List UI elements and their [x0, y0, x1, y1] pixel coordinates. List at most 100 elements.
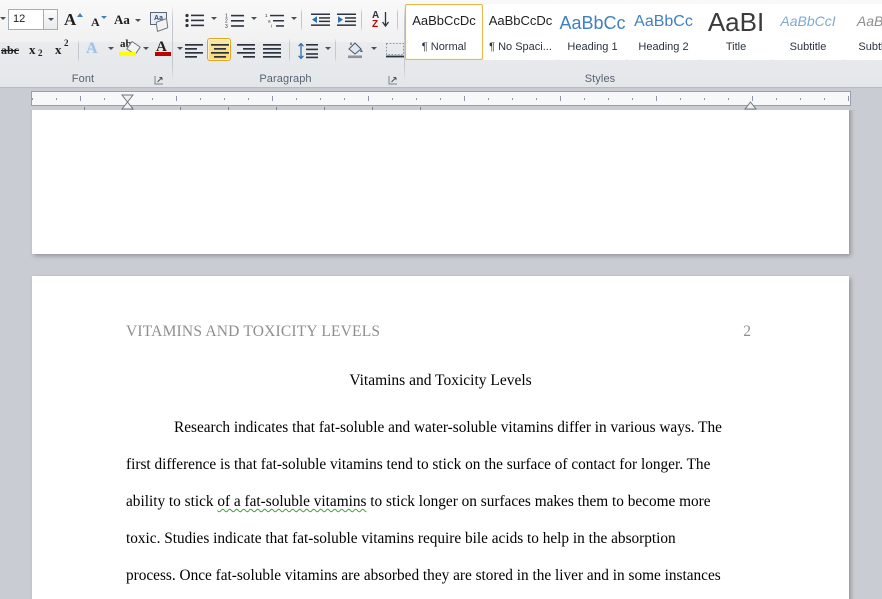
- increase-indent-button[interactable]: [333, 8, 357, 31]
- ruler-tick: [824, 98, 825, 100]
- styles-group-label: Styles: [584, 73, 616, 85]
- ruler-tick-half: [80, 96, 81, 101]
- shading-button[interactable]: [341, 38, 367, 61]
- ruler-tick-half: [848, 96, 849, 101]
- eraser-icon: [155, 17, 169, 33]
- ruler-tick: [104, 98, 105, 100]
- font-size-combo[interactable]: 12: [8, 9, 58, 30]
- style-no-spacing[interactable]: AaBbCcDc ¶ No Spaci...: [483, 4, 558, 60]
- ruler-tick: [392, 98, 393, 100]
- style-heading-2-preview: AaBbCc: [634, 13, 693, 30]
- grammar-error-text[interactable]: of a fat-soluble vitamins: [217, 493, 366, 510]
- grow-font-icon: A: [64, 10, 77, 29]
- ribbon-group-styles: AaBbCcDc ¶ Normal AaBbCcDc ¶ No Spaci... AaB…: [405, 0, 882, 87]
- numbering-chevron-down-icon[interactable]: [251, 17, 257, 20]
- font-color-button[interactable]: A: [151, 38, 174, 61]
- strikethrough-button[interactable]: abc: [0, 38, 22, 61]
- change-case-button[interactable]: Aa: [110, 8, 142, 31]
- dialog-launcher-icon: [154, 76, 163, 85]
- clear-formatting-button[interactable]: Aa: [146, 8, 170, 33]
- bullets-chevron-down-icon[interactable]: [211, 17, 217, 20]
- ruler-tick: [800, 98, 801, 100]
- grow-arrow-icon: [77, 13, 83, 17]
- align-right-button[interactable]: [233, 38, 257, 61]
- justify-icon: [263, 44, 281, 58]
- decrease-indent-button[interactable]: [307, 8, 331, 31]
- style-title-label: Title: [725, 41, 747, 53]
- style-heading-1[interactable]: AaBbCс Heading 1: [558, 4, 627, 60]
- style-heading-2[interactable]: AaBbCc Heading 2: [627, 4, 700, 60]
- ruler-tick: [488, 98, 489, 100]
- multilevel-list-chevron-down-icon[interactable]: [291, 17, 297, 20]
- subscript-button[interactable]: x 2: [24, 38, 48, 61]
- style-title-preview: AaBІ: [707, 7, 765, 37]
- document-body-text[interactable]: Research indicates that fat-soluble and …: [126, 409, 786, 594]
- style-subtitle[interactable]: AaBbCcI Subtitle: [772, 4, 844, 60]
- horizontal-ruler[interactable]: [31, 91, 851, 106]
- highlight-color-swatch: [119, 52, 136, 56]
- justify-button[interactable]: [259, 38, 283, 61]
- ruler-tick-half: [560, 96, 561, 101]
- style-subtle-emphasis-label: Subtle: [858, 41, 882, 53]
- shrink-font-button[interactable]: A: [85, 8, 108, 31]
- change-case-icon: Aa: [114, 12, 130, 27]
- document-canvas[interactable]: VITAMINS AND TOXICITY LEVELS 2 Vitamins …: [0, 110, 882, 599]
- dialog-launcher-icon: [388, 76, 397, 85]
- text-effects-button[interactable]: A: [82, 38, 104, 61]
- ruler-tick: [512, 98, 513, 100]
- sort-arrow-icon: [382, 12, 389, 28]
- paragraph-dialog-launcher[interactable]: [388, 73, 399, 85]
- ruler-tick: [56, 98, 57, 100]
- align-center-button[interactable]: [207, 38, 231, 61]
- ruler-tick: [440, 98, 441, 100]
- font-color-swatch: [155, 52, 171, 56]
- change-case-chevron-down-icon: [135, 19, 141, 22]
- style-subtle-emphasis[interactable]: AaBb Subtle: [844, 4, 882, 60]
- style-normal[interactable]: AaBbCcDc ¶ Normal: [405, 4, 483, 60]
- multilevel-list-icon: 1 a i: [265, 13, 284, 29]
- strikethrough-icon: abc: [1, 43, 19, 57]
- line-spacing-button[interactable]: [295, 38, 321, 61]
- shading-icon: [348, 42, 363, 59]
- ruler-tick: [632, 98, 633, 100]
- document-page-1[interactable]: [32, 110, 849, 254]
- ribbon: 12 A A Aa Aa abc x 2 x 2 A ab A Font 1 2…: [0, 0, 882, 88]
- subscript-sub-icon: 2: [38, 48, 43, 58]
- bullets-button[interactable]: [181, 8, 207, 31]
- text-highlight-color-button[interactable]: ab: [116, 38, 141, 61]
- multilevel-list-button[interactable]: 1 a i: [261, 8, 287, 31]
- right-indent-marker[interactable]: [743, 97, 758, 110]
- body-text-segment: Research indicates that fat-soluble and …: [174, 419, 722, 436]
- ruler-tick: [152, 98, 153, 100]
- font-name-chevron-down-icon[interactable]: [0, 17, 6, 20]
- shading-chevron-down-icon[interactable]: [371, 47, 377, 50]
- ruler-tick: [728, 98, 729, 100]
- ruler-bar[interactable]: [0, 88, 882, 110]
- numbering-button[interactable]: 1 2 3: [221, 8, 247, 31]
- ruler-tick-half: [272, 96, 273, 101]
- ruler-tick-half: [464, 96, 465, 101]
- svg-text:i: i: [271, 24, 272, 29]
- sort-button[interactable]: A Z: [367, 8, 391, 31]
- align-center-icon: [211, 44, 229, 58]
- text-highlight-chevron-down-icon[interactable]: [143, 47, 149, 50]
- superscript-button[interactable]: x 2: [50, 38, 74, 61]
- superscript-icon: x: [55, 42, 62, 57]
- ruler-tick: [608, 98, 609, 100]
- shrink-arrow-icon: [101, 16, 107, 19]
- document-page-2[interactable]: VITAMINS AND TOXICITY LEVELS 2 Vitamins …: [32, 276, 849, 599]
- align-left-button[interactable]: [181, 38, 205, 61]
- ruler-tick: [32, 98, 33, 100]
- style-title[interactable]: AaBІ Title: [700, 4, 772, 60]
- font-dialog-launcher[interactable]: [154, 73, 165, 85]
- line-spacing-chevron-down-icon[interactable]: [325, 47, 331, 50]
- style-subtitle-preview: AaBbCcI: [780, 13, 836, 29]
- right-indent-icon: [743, 101, 758, 110]
- ribbon-group-font: 12 A A Aa Aa abc x 2 x 2 A ab A Font: [0, 0, 183, 87]
- grow-font-button[interactable]: A: [60, 8, 83, 31]
- document-body-line: Research indicates that fat-soluble and …: [126, 409, 786, 446]
- style-normal-preview: AaBbCcDc: [412, 13, 476, 28]
- text-effects-chevron-down-icon[interactable]: [108, 47, 114, 50]
- chevron-down-icon: [48, 18, 54, 21]
- font-size-dropdown-button[interactable]: [43, 9, 58, 30]
